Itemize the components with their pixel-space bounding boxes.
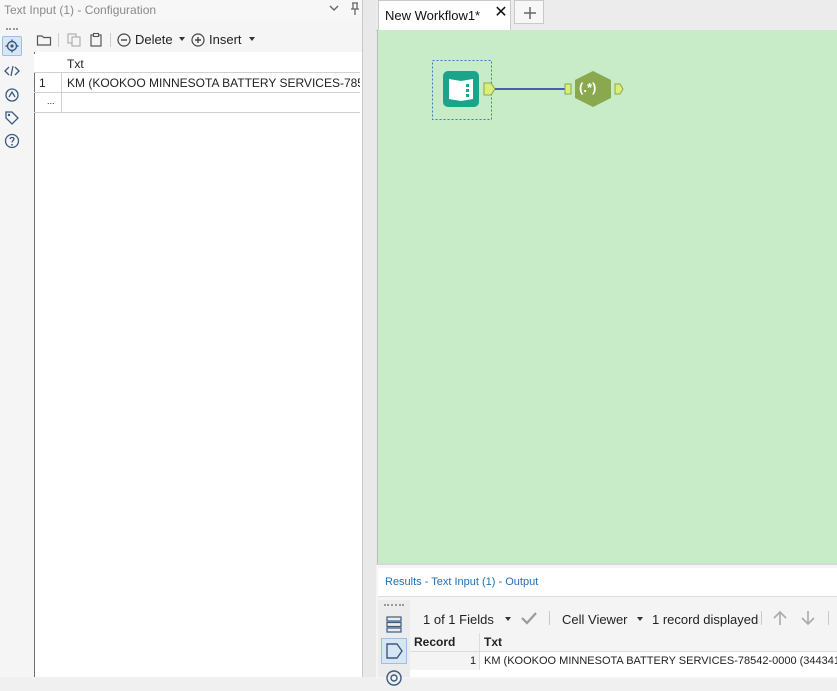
toolbar-divider — [549, 611, 550, 625]
collapse-chevron-icon[interactable] — [327, 1, 341, 15]
results-toolbar: 1 of 1 Fields Cell Viewer 1 record displ… — [410, 604, 837, 632]
rail-grip — [384, 604, 404, 608]
results-title-tool[interactable]: Text Input (1) — [431, 576, 495, 588]
add-tab-button[interactable] — [514, 0, 544, 24]
txt-column-header[interactable]: Txt — [484, 635, 502, 653]
results-title-results[interactable]: Results — [385, 576, 422, 588]
results-header-row: Record Txt — [410, 633, 837, 652]
table-view-icon[interactable] — [384, 614, 404, 634]
tag-icon[interactable] — [2, 108, 22, 128]
records-displayed: 1 record displayed — [652, 612, 759, 627]
record-column-header[interactable]: Record — [414, 635, 455, 653]
data-anchor-icon[interactable] — [381, 638, 407, 664]
title-separator: - — [421, 576, 432, 588]
grid-new-row[interactable]: ... — [34, 93, 360, 113]
grid-column-header[interactable]: Txt — [67, 57, 84, 71]
open-folder-icon[interactable] — [36, 32, 52, 48]
text-input-grid: Txt 1 KM (KOOKOO MINNESOTA BATTERY SERVI… — [34, 54, 360, 114]
copy-icon[interactable] — [66, 32, 82, 48]
fields-selector[interactable]: 1 of 1 Fields — [423, 612, 494, 627]
metadata-icon[interactable] — [384, 668, 404, 688]
record-number: 1 — [470, 655, 477, 667]
tab-new-workflow[interactable]: New Workflow1* ✕ — [378, 0, 511, 30]
configuration-gear-icon[interactable] — [2, 36, 22, 56]
insert-button[interactable]: Insert — [209, 32, 242, 47]
result-cell-txt[interactable]: KM (KOOKOO MINNESOTA BATTERY SERVICES-78… — [484, 655, 837, 667]
delete-dropdown-caret-icon[interactable] — [179, 37, 185, 41]
tab-label: New Workflow1* — [385, 8, 481, 23]
cell-viewer-selector[interactable]: Cell Viewer — [562, 612, 628, 627]
grid-row[interactable]: 1 KM (KOOKOO MINNESOTA BATTERY SERVICES-… — [34, 73, 360, 93]
toolbar-divider — [110, 33, 111, 47]
output-anchor[interactable] — [483, 82, 496, 96]
configuration-title: Text Input (1) - Configuration — [4, 3, 157, 17]
input-anchor[interactable] — [564, 83, 572, 95]
insert-dropdown-caret-icon[interactable] — [249, 37, 255, 41]
grid-cell-txt[interactable]: KM (KOOKOO MINNESOTA BATTERY SERVICES-78… — [67, 76, 360, 90]
delete-minus-icon[interactable] — [116, 32, 132, 48]
rail-grip — [6, 28, 18, 32]
text-input-editor — [34, 28, 363, 677]
plus-icon — [524, 7, 536, 19]
toolbar-divider — [828, 611, 829, 625]
paste-icon[interactable] — [88, 32, 104, 48]
results-side-rail — [378, 600, 410, 686]
viewer-dropdown-caret-icon[interactable] — [637, 617, 643, 621]
editor-toolbar: Delete Insert — [34, 28, 362, 52]
results-grid: Record Txt 1 KM (KOOKOO MINNESOTA BATTER… — [410, 633, 837, 677]
close-tab-icon[interactable]: ✕ — [494, 5, 508, 21]
toolbar-divider — [58, 33, 59, 47]
arrow-down-icon[interactable] — [799, 609, 817, 627]
row-divider — [61, 73, 62, 92]
workflow-canvas[interactable]: (.*) — [377, 30, 837, 563]
configuration-header: Text Input (1) - Configuration — [0, 0, 370, 20]
row-divider — [61, 93, 62, 112]
panel-splitter[interactable] — [362, 0, 377, 677]
xml-code-icon[interactable] — [2, 62, 22, 82]
record-cell-bg — [410, 652, 479, 670]
apply-check-icon[interactable] — [520, 610, 538, 626]
help-icon[interactable] — [2, 131, 22, 151]
regex-tool-label: (.*) — [579, 80, 597, 95]
arrow-up-icon[interactable] — [771, 609, 789, 627]
toolbar-divider — [761, 611, 762, 625]
column-divider — [479, 652, 480, 670]
text-input-tool[interactable] — [443, 71, 479, 107]
pin-icon[interactable] — [347, 1, 363, 17]
column-divider — [479, 633, 480, 651]
insert-plus-icon[interactable] — [190, 32, 206, 48]
results-title: Results - Text Input (1) - Output — [385, 576, 538, 588]
results-title-anchor[interactable]: Output — [505, 576, 538, 588]
config-side-rail — [0, 20, 24, 677]
row-number: 1 — [39, 76, 46, 90]
delete-button[interactable]: Delete — [135, 32, 173, 47]
results-title-bar: Results - Text Input (1) - Output — [378, 568, 837, 597]
fields-dropdown-caret-icon[interactable] — [505, 617, 511, 621]
annotation-icon[interactable] — [2, 85, 22, 105]
title-separator: - — [495, 576, 506, 588]
regex-output-anchor[interactable] — [614, 83, 624, 95]
new-row-marker: ... — [47, 96, 55, 106]
results-row[interactable]: 1 KM (KOOKOO MINNESOTA BATTERY SERVICES-… — [410, 652, 837, 670]
